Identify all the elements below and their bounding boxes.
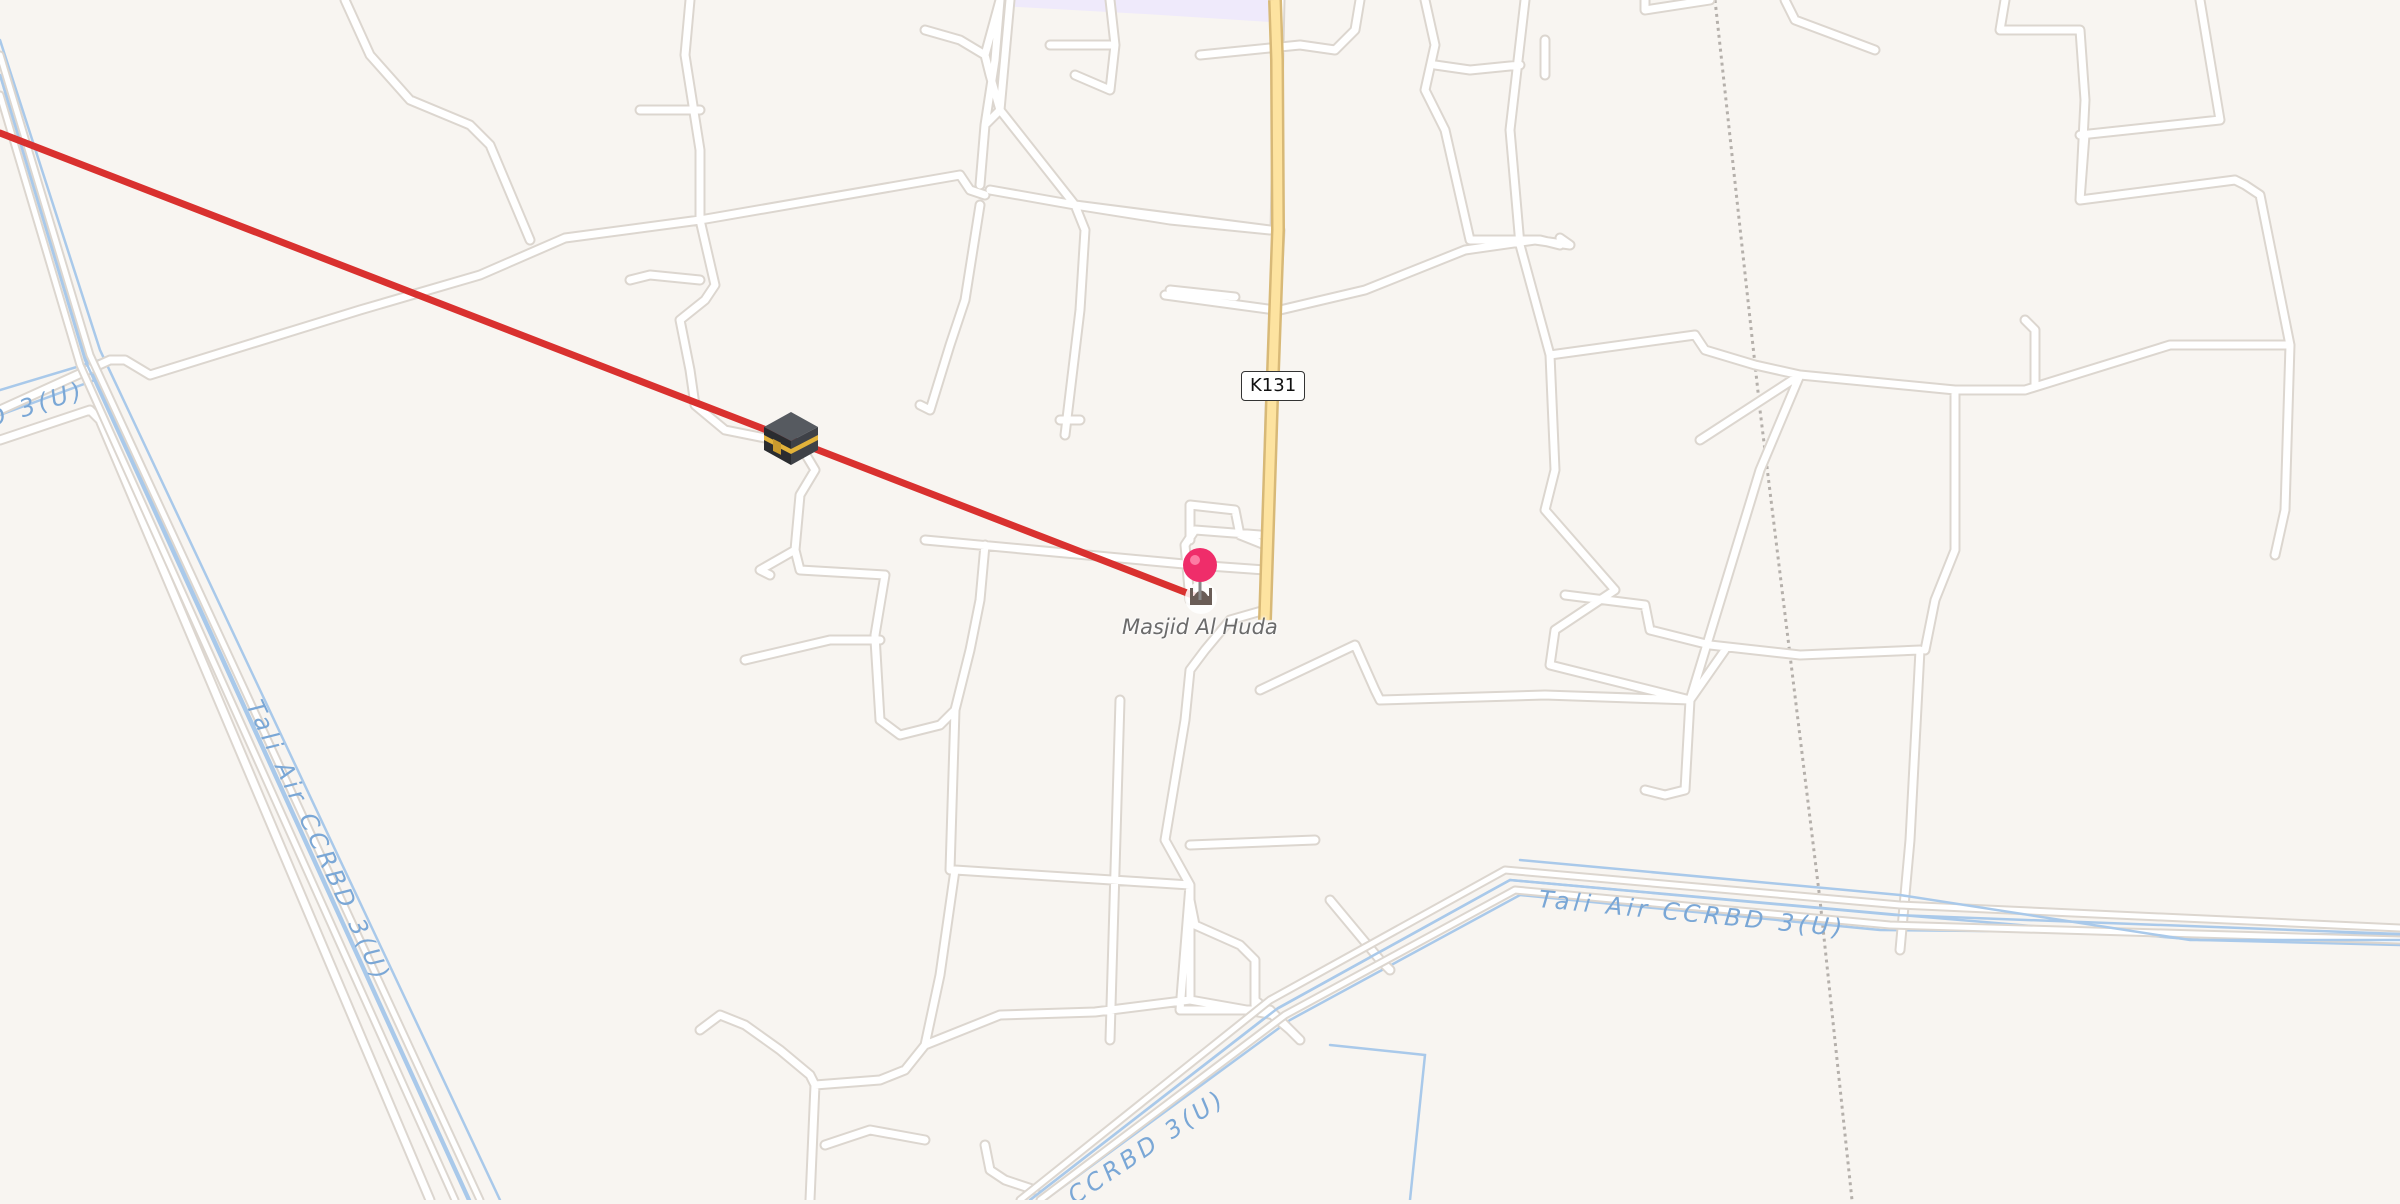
road-network xyxy=(0,0,2294,1204)
poi-label-mosque[interactable]: Masjid Al Huda xyxy=(1122,615,1278,639)
dotted-path xyxy=(1713,0,1854,1201)
road-network-casing xyxy=(0,0,2296,1204)
map-canvas[interactable]: Tali Air CCRBD 3(U) Tali Air CCRBD 3(U) … xyxy=(0,0,2400,1204)
canal-left xyxy=(0,38,502,1202)
map-view[interactable]: Tali Air CCRBD 3(U) Tali Air CCRBD 3(U) … xyxy=(0,0,2400,1204)
route-shield: K131 xyxy=(1241,371,1306,401)
residential-area xyxy=(1000,0,1275,22)
